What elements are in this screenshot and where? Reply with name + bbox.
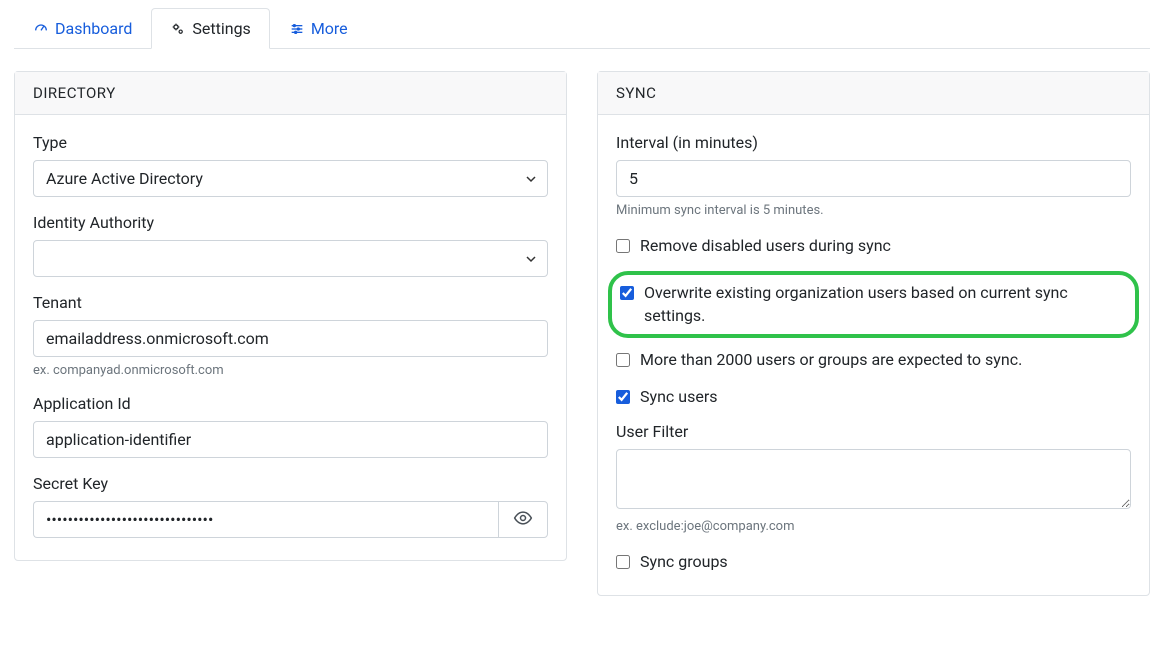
user-filter-textarea[interactable] (616, 449, 1131, 509)
secret-key-label: Secret Key (33, 474, 548, 493)
interval-input[interactable] (616, 160, 1131, 197)
sync-users-label: Sync users (640, 385, 718, 408)
gears-icon (170, 21, 186, 37)
eye-icon (513, 508, 533, 532)
tab-dashboard-label: Dashboard (55, 19, 132, 38)
app-id-input[interactable] (33, 421, 548, 458)
tenant-label: Tenant (33, 293, 548, 312)
more-than-2000-label: More than 2000 users or groups are expec… (640, 348, 1022, 371)
interval-help: Minimum sync interval is 5 minutes. (616, 203, 1131, 218)
tab-settings-label: Settings (192, 19, 250, 38)
tenant-help: ex. companyad.onmicrosoft.com (33, 363, 548, 378)
tab-settings[interactable]: Settings (151, 8, 269, 49)
type-label: Type (33, 133, 548, 152)
app-id-label: Application Id (33, 394, 548, 413)
reveal-secret-button[interactable] (498, 501, 548, 538)
overwrite-checkbox[interactable] (620, 286, 634, 300)
more-than-2000-checkbox[interactable] (616, 353, 630, 367)
user-filter-help: ex. exclude:joe@company.com (616, 519, 1131, 534)
user-filter-label: User Filter (616, 422, 1131, 441)
tenant-input[interactable] (33, 320, 548, 357)
overwrite-label: Overwrite existing organization users ba… (644, 281, 1127, 327)
panels-container: DIRECTORY Type Azure Active Directory Id… (14, 71, 1150, 596)
overwrite-highlight: Overwrite existing organization users ba… (608, 271, 1139, 337)
sync-groups-checkbox[interactable] (616, 555, 630, 569)
directory-panel: DIRECTORY Type Azure Active Directory Id… (14, 71, 567, 561)
tab-bar: Dashboard Settings More (14, 8, 1150, 49)
tab-more[interactable]: More (270, 8, 367, 49)
sync-groups-label: Sync groups (640, 550, 728, 573)
secret-key-input[interactable] (33, 501, 498, 538)
sync-users-checkbox[interactable] (616, 390, 630, 404)
sliders-icon (289, 21, 305, 37)
identity-authority-label: Identity Authority (33, 213, 548, 232)
tab-more-label: More (311, 19, 348, 38)
sync-panel: SYNC Interval (in minutes) Minimum sync … (597, 71, 1150, 596)
interval-label: Interval (in minutes) (616, 133, 1131, 152)
gauge-icon (33, 21, 49, 37)
identity-authority-select[interactable] (33, 240, 548, 277)
tab-dashboard[interactable]: Dashboard (14, 8, 151, 49)
sync-panel-header: SYNC (598, 72, 1149, 115)
type-select[interactable]: Azure Active Directory (33, 160, 548, 197)
remove-disabled-label: Remove disabled users during sync (640, 234, 891, 257)
remove-disabled-checkbox[interactable] (616, 239, 630, 253)
directory-panel-header: DIRECTORY (15, 72, 566, 115)
